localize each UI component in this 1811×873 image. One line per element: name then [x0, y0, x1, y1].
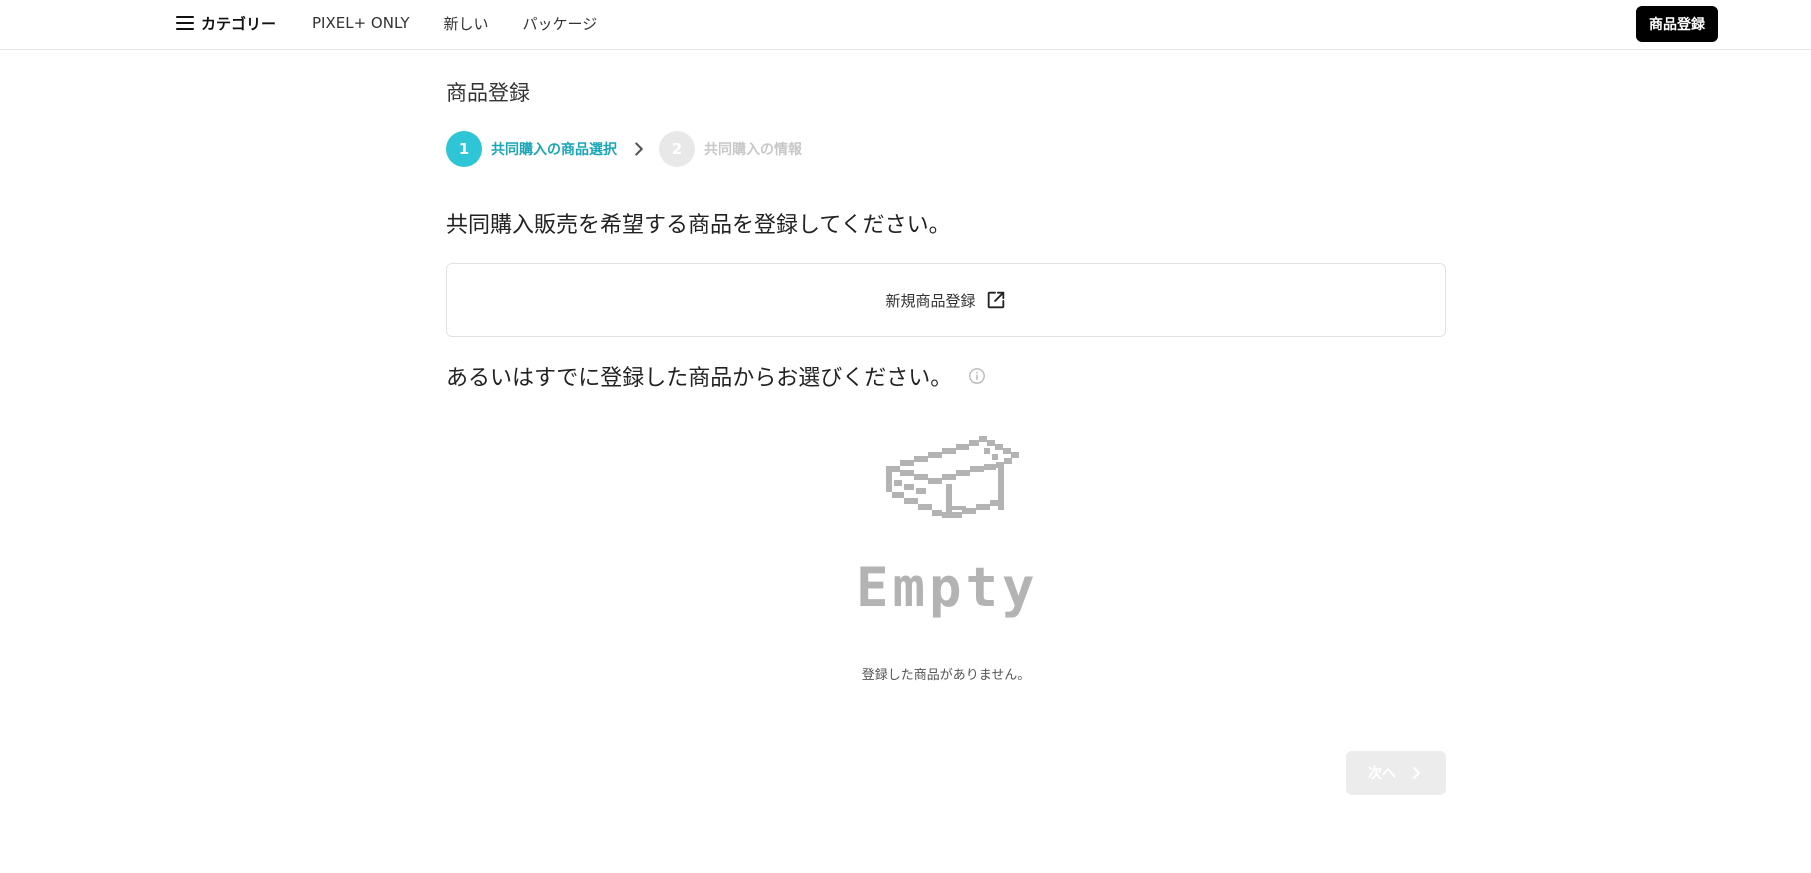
select-existing-heading: あるいはすでに登録した商品からお選びください。 — [446, 360, 986, 392]
step-2-label: 共同購入の情報 — [704, 142, 802, 158]
chevron-right-icon — [1413, 767, 1420, 779]
chevron-right-icon — [635, 142, 643, 156]
step-1-number: 1 — [446, 131, 482, 167]
select-existing-text: あるいはすでに登録した商品からお選びください。 — [446, 366, 953, 391]
pixel-box-icon — [886, 436, 1019, 518]
step-1-label: 共同購入の商品選択 — [491, 142, 617, 158]
main-nav: カテゴリー PIXEL+ ONLY 新しい パッケージ — [176, 0, 631, 46]
nav-item-package[interactable]: パッケージ — [523, 13, 598, 34]
next-button[interactable]: 次へ — [1346, 751, 1446, 795]
next-button-label: 次へ — [1368, 765, 1396, 781]
page-title: 商品登録 — [446, 81, 530, 105]
nav-item-new[interactable]: 新しい — [444, 13, 489, 34]
category-menu-button[interactable]: カテゴリー — [176, 13, 276, 34]
category-label: カテゴリー — [201, 14, 277, 33]
register-question-heading: 共同購入販売を希望する商品を登録してください。 — [446, 213, 951, 238]
header-register-button[interactable]: 商品登録 — [1636, 6, 1718, 42]
external-link-icon — [987, 291, 1004, 309]
nav-item-pixel-plus-only[interactable]: PIXEL+ ONLY — [312, 14, 409, 32]
new-product-register-button[interactable]: 新規商品登録 — [446, 263, 1446, 337]
empty-message: 登録した商品がありません。 — [861, 668, 1031, 683]
top-header: カテゴリー PIXEL+ ONLY 新しい パッケージ 商品登録 — [0, 0, 1811, 50]
step-2-number: 2 — [659, 131, 695, 167]
new-product-register-label: 新規商品登録 — [885, 291, 976, 310]
empty-word: Empty — [856, 556, 1039, 619]
info-circle-icon[interactable] — [968, 367, 986, 385]
hamburger-icon — [176, 16, 194, 30]
stepper: 1 共同購入の商品選択 2 共同購入の情報 — [446, 131, 802, 167]
